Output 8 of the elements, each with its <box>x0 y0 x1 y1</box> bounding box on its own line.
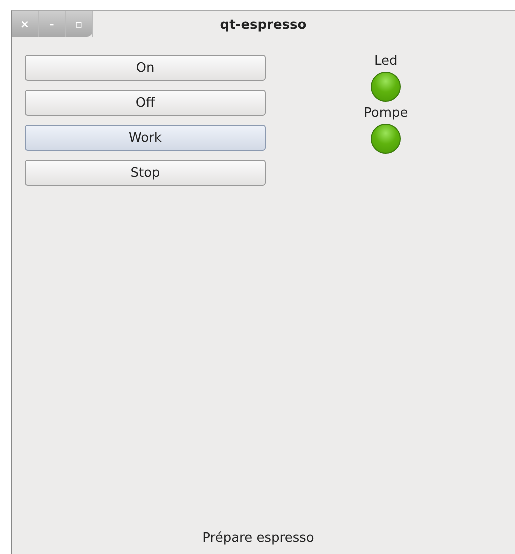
indicator-label: Led <box>374 54 398 69</box>
action-button[interactable]: On <box>25 55 266 81</box>
action-button[interactable]: Work <box>25 125 266 151</box>
window-title: qt-espresso <box>220 18 307 32</box>
indicator-label: Pompe <box>364 106 408 121</box>
status-text: Prépare espresso <box>202 531 314 546</box>
action-button[interactable]: Off <box>25 90 266 116</box>
action-button[interactable]: Stop <box>25 160 266 186</box>
